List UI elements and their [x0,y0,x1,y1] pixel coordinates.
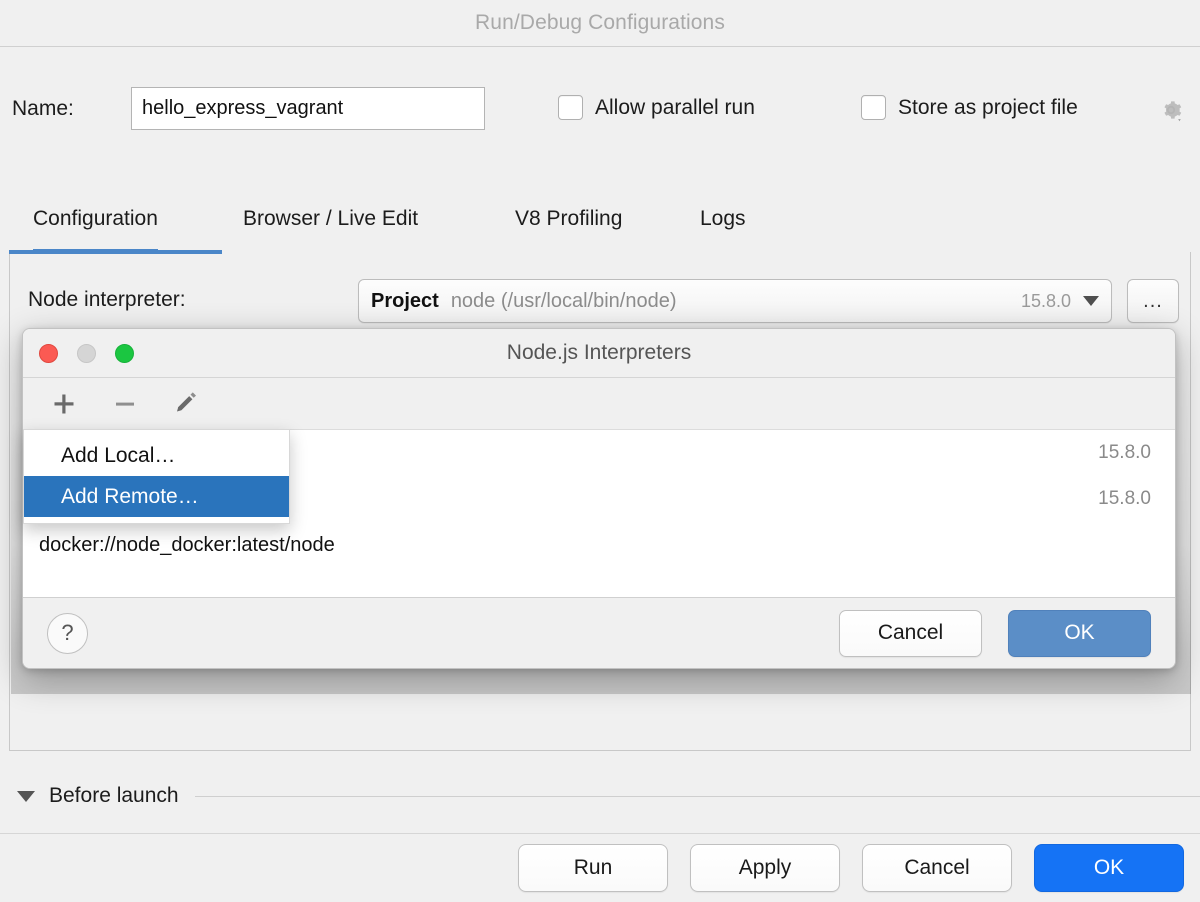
allow-parallel-run-label: Allow parallel run [595,96,755,120]
dialog-titlebar: Node.js Interpreters [23,329,1175,378]
ellipsis-label: ... [1143,290,1163,313]
dialog-actions: Cancel OK [839,610,1151,657]
gear-icon[interactable] [1158,97,1184,123]
dialog-title: Node.js Interpreters [507,341,691,365]
cancel-button[interactable]: Cancel [862,844,1012,892]
edit-interpreter-button[interactable] [169,387,203,421]
triangle-down-icon[interactable] [17,791,35,802]
button-label: Cancel [878,621,943,645]
tab-configuration[interactable]: Configuration [33,205,158,253]
menu-item-add-local[interactable]: Add Local… [24,435,289,476]
store-as-project-file-label: Store as project file [898,96,1078,120]
menu-item-add-remote[interactable]: Add Remote… [24,476,289,517]
checkbox-box[interactable] [558,95,583,120]
tab-label: Browser / Live Edit [243,207,418,231]
ok-button[interactable]: OK [1034,844,1184,892]
help-button[interactable]: ? [47,613,88,654]
remove-interpreter-button[interactable] [108,387,142,421]
tab-v8-profiling[interactable]: V8 Profiling [515,205,622,253]
apply-button[interactable]: Apply [690,844,840,892]
dialog-footer: ? Cancel OK [23,598,1175,668]
plus-icon [51,391,77,417]
store-as-project-file-checkbox[interactable]: Store as project file [861,95,1078,120]
tab-label: V8 Profiling [515,207,622,231]
allow-parallel-run-checkbox[interactable]: Allow parallel run [558,95,755,120]
tab-bar: Configuration Browser / Live Edit V8 Pro… [0,205,1200,253]
dialog-toolbar [23,378,1175,430]
minimize-button[interactable] [77,344,96,363]
list-item[interactable]: docker://node_docker:latest/node [23,522,1175,568]
button-label: OK [1094,856,1124,880]
chevron-down-icon[interactable] [1083,296,1099,306]
interpreter-path: docker://node_docker:latest/node [39,534,335,557]
window-title: Run/Debug Configurations [475,11,725,35]
run-debug-configurations-window: Run/Debug Configurations Name: Allow par… [0,0,1200,902]
checkbox-box[interactable] [861,95,886,120]
interpreter-version: 15.8.0 [1021,291,1071,312]
button-label: OK [1064,621,1094,645]
close-button[interactable] [39,344,58,363]
menu-item-label: Add Local… [61,444,175,468]
tab-logs[interactable]: Logs [700,205,746,253]
maximize-button[interactable] [115,344,134,363]
interpreter-path: node (/usr/local/bin/node) [451,290,677,313]
node-interpreter-combobox[interactable]: Project node (/usr/local/bin/node) 15.8.… [358,279,1112,323]
tab-browser-live-edit[interactable]: Browser / Live Edit [243,205,418,253]
name-row: Name: Allow parallel run Store as projec… [0,85,1200,141]
add-interpreter-button[interactable] [47,387,81,421]
interpreter-version: 15.8.0 [1098,488,1151,510]
button-label: Apply [739,856,792,880]
minus-icon [112,391,138,417]
section-divider [195,796,1200,797]
before-launch-section[interactable]: Before launch [0,770,1200,822]
menu-item-label: Add Remote… [61,485,199,509]
name-label: Name: [12,97,74,121]
button-label: Run [574,856,613,880]
name-input[interactable] [131,87,485,130]
bottom-action-bar: Run Apply Cancel OK [0,834,1200,902]
pencil-icon [173,390,200,417]
window-titlebar: Run/Debug Configurations [0,0,1200,47]
run-button[interactable]: Run [518,844,668,892]
before-launch-label: Before launch [49,784,179,808]
traffic-lights [39,344,134,363]
node-interpreter-label: Node interpreter: [28,288,186,312]
dialog-cancel-button[interactable]: Cancel [839,610,982,657]
add-interpreter-menu: Add Local… Add Remote… [23,429,290,524]
help-label: ? [61,620,73,646]
dialog-ok-button[interactable]: OK [1008,610,1151,657]
tab-label: Configuration [33,207,158,231]
interpreter-scope: Project [371,290,439,313]
browse-interpreters-button[interactable]: ... [1127,279,1179,323]
interpreter-version: 15.8.0 [1098,442,1151,464]
button-label: Cancel [904,856,969,880]
tab-label: Logs [700,207,746,231]
